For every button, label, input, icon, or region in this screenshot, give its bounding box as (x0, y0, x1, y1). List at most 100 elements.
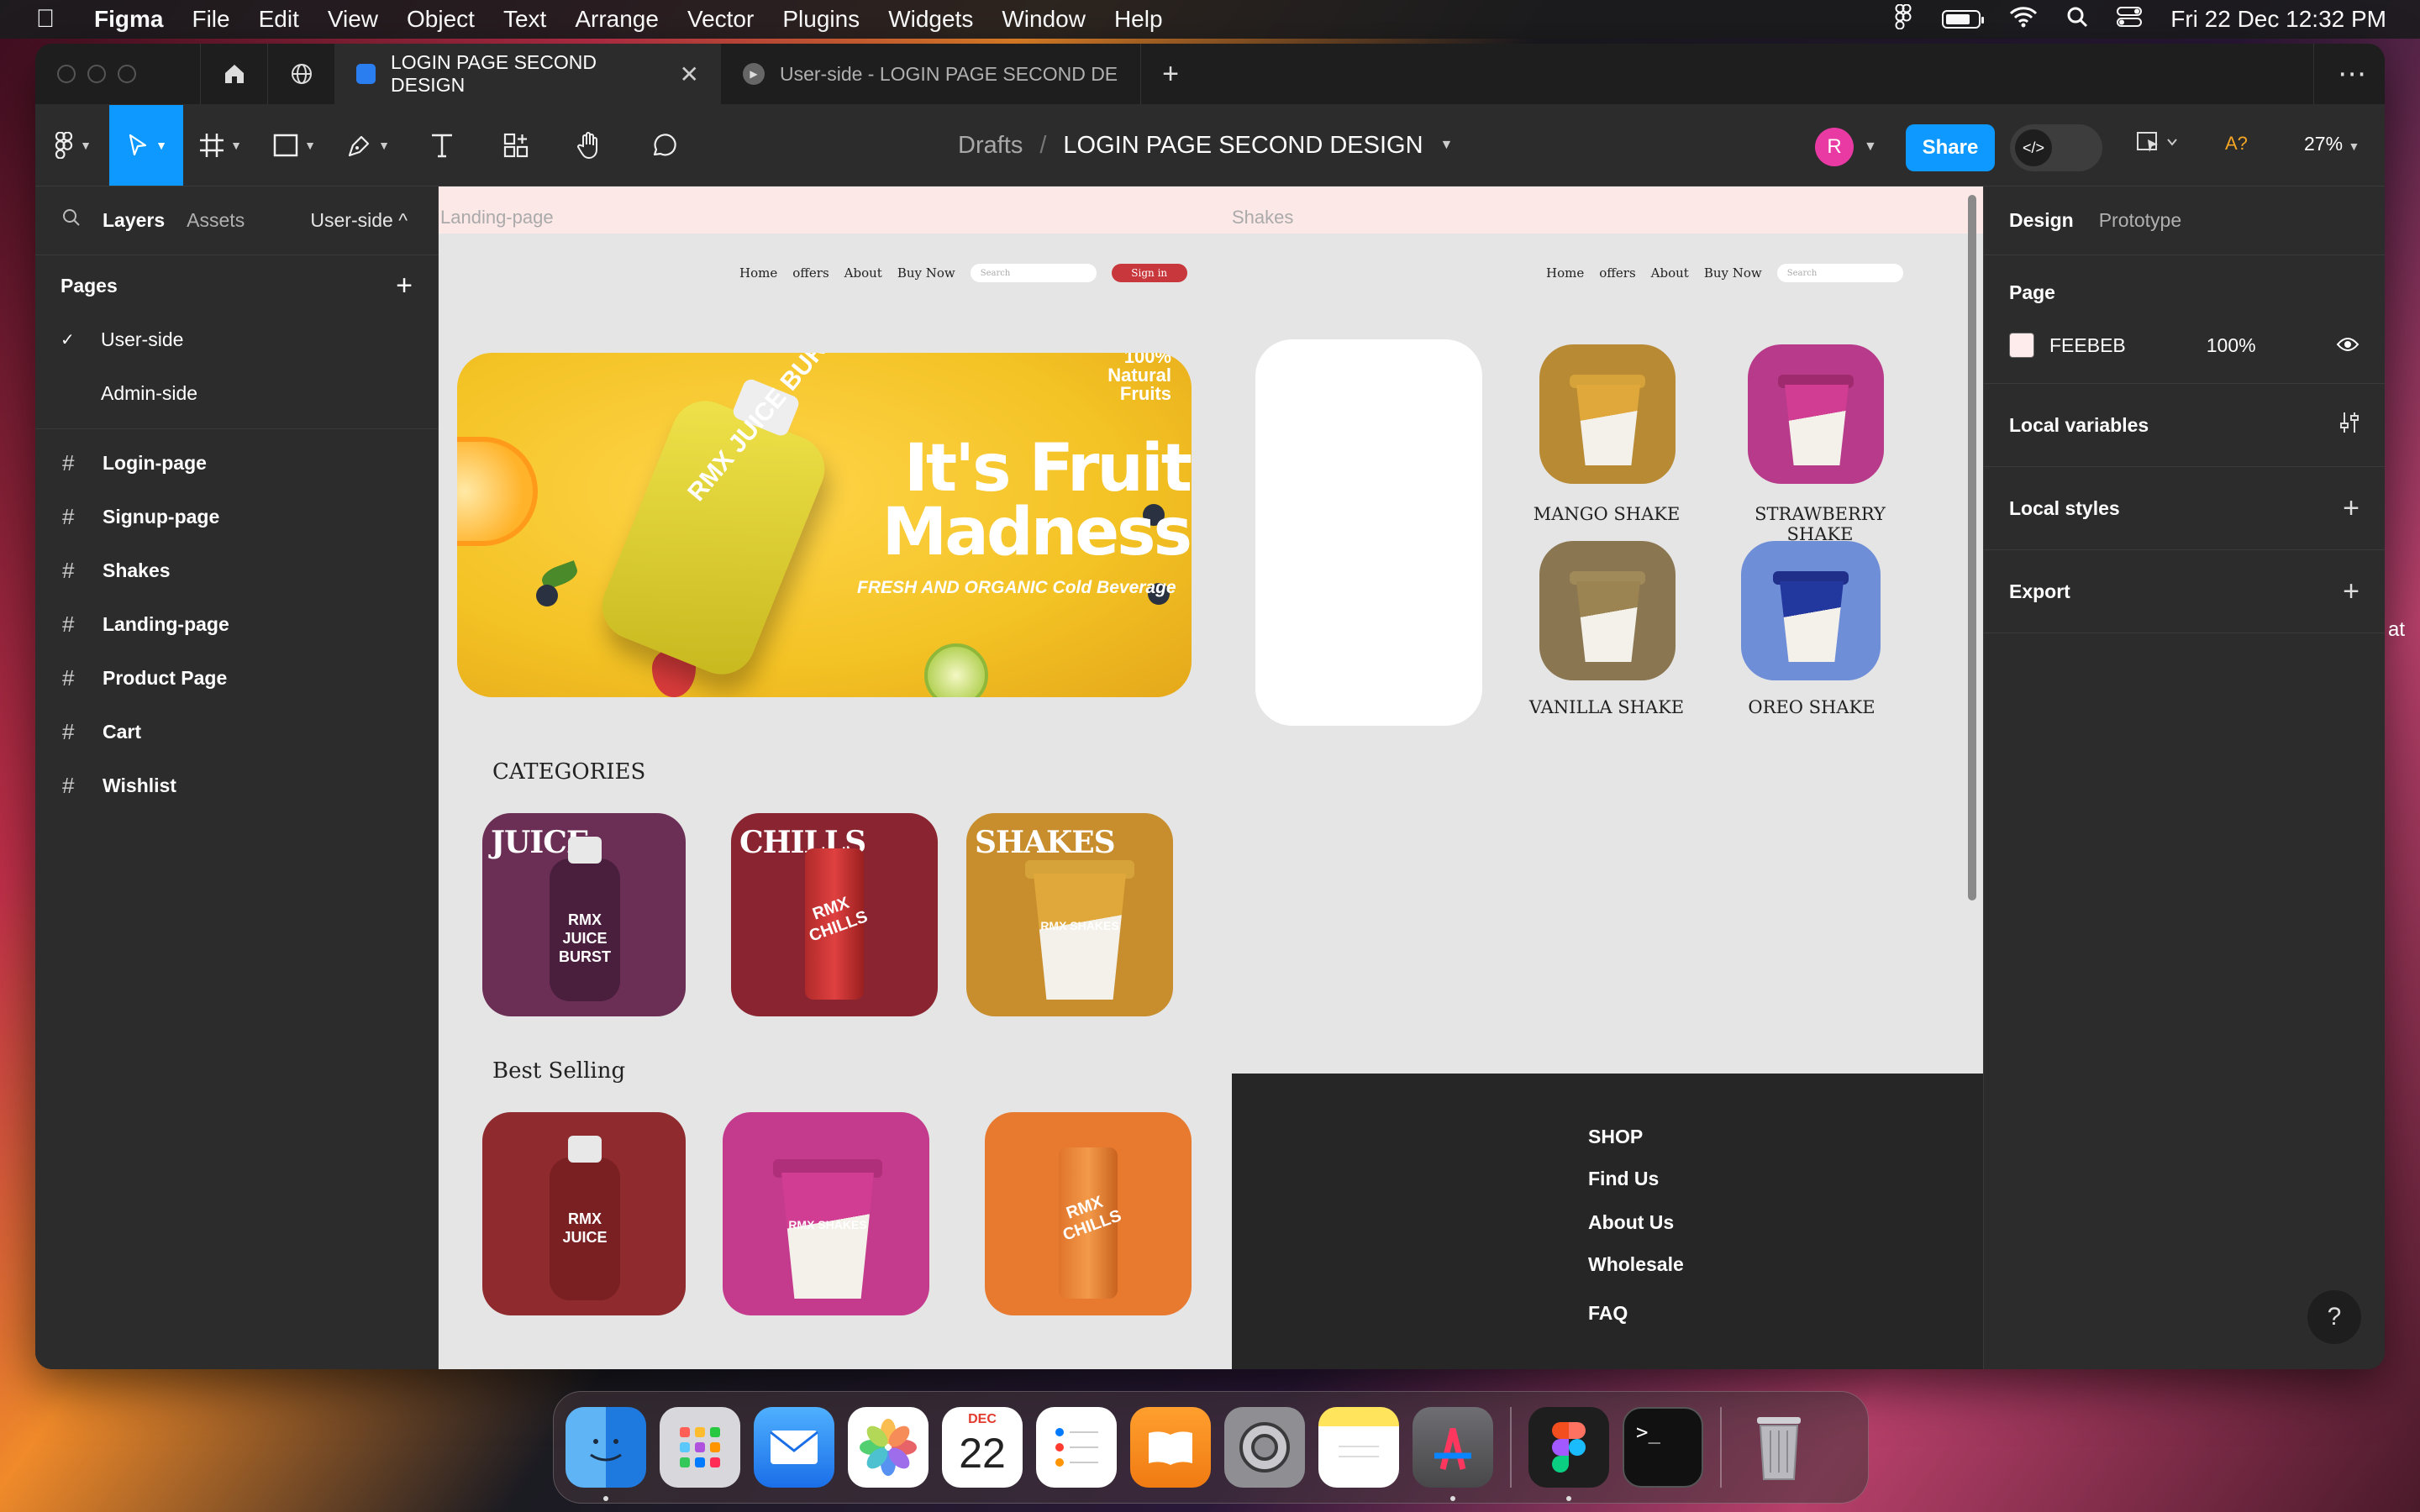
menu-arrange[interactable]: Arrange (575, 6, 659, 33)
shake-tile-vanilla[interactable] (1539, 541, 1676, 680)
landing-page-frame[interactable]: Home offers About Buy Now Search Sign in… (439, 234, 1245, 1369)
launchpad-icon[interactable] (660, 1407, 740, 1488)
finder-icon[interactable] (566, 1407, 646, 1501)
chevron-down-icon[interactable]: ▼ (1864, 139, 1877, 155)
spotlight-search-icon[interactable] (2066, 6, 2088, 34)
category-card-shakes[interactable]: SHAKES RMX SHAKES (966, 813, 1173, 1016)
menu-plugins[interactable]: Plugins (782, 6, 860, 33)
missing-fonts-icon[interactable]: A? (2225, 133, 2248, 155)
layer-frame-landing-page[interactable]: # Landing-page (35, 597, 438, 651)
landing-search-input[interactable]: Search (970, 264, 1097, 282)
shakes-search-input[interactable]: Search (1776, 264, 1903, 282)
nav-home[interactable]: Home (739, 265, 777, 281)
nav-buy-now[interactable]: Buy Now (1704, 265, 1762, 281)
page-color-hex[interactable]: FEEBEB (2049, 334, 2126, 357)
page-item-user-side[interactable]: ✓ User-side (35, 312, 438, 366)
add-page-plus-icon[interactable]: + (396, 270, 413, 302)
shake-tile-oreo[interactable] (1741, 541, 1881, 680)
add-export-plus-icon[interactable]: + (2343, 575, 2360, 608)
add-style-plus-icon[interactable]: + (2343, 492, 2360, 525)
layer-frame-product-page[interactable]: # Product Page (35, 651, 438, 705)
nav-about[interactable]: About (844, 265, 882, 281)
page-opacity[interactable]: 100% (2207, 334, 2256, 357)
nav-about[interactable]: About (1651, 265, 1689, 281)
search-icon[interactable] (62, 208, 81, 233)
menu-widgets[interactable]: Widgets (888, 6, 973, 33)
nav-buy-now[interactable]: Buy Now (897, 265, 955, 281)
footer-link-about-us[interactable]: About Us (1588, 1211, 1674, 1234)
breadcrumb-drafts-link[interactable]: Drafts (958, 132, 1023, 160)
app-store-icon[interactable] (1413, 1407, 1493, 1501)
figma-app-icon[interactable] (1528, 1407, 1609, 1501)
new-tab-plus-icon[interactable]: + (1141, 58, 1200, 91)
menu-vector[interactable]: Vector (687, 6, 754, 33)
menu-app-figma[interactable]: Figma (94, 6, 163, 33)
resources-button[interactable] (479, 105, 553, 186)
terminal-icon[interactable]: >_ (1623, 1407, 1703, 1488)
layer-frame-login-page[interactable]: # Login-page (35, 436, 438, 490)
page-color-swatch[interactable] (2009, 333, 2034, 358)
share-button[interactable]: Share (1906, 124, 1995, 171)
menu-object[interactable]: Object (407, 6, 475, 33)
design-canvas[interactable]: Landing-page Shakes Home offers About Bu… (439, 186, 1983, 1369)
footer-link-shop[interactable]: SHOP (1588, 1126, 1643, 1148)
zoom-level-dropdown[interactable]: 27% ▼ (2304, 133, 2360, 155)
shakes-frame[interactable]: Home offers About Buy Now Search MANGO S… (1232, 234, 1983, 1369)
notes-icon[interactable] (1318, 1407, 1399, 1488)
menu-help[interactable]: Help (1114, 6, 1163, 33)
main-menu-button[interactable]: ▼ (35, 105, 109, 186)
close-window-button[interactable] (57, 65, 76, 83)
eye-visibility-icon[interactable] (2336, 333, 2360, 359)
frame-label-shakes[interactable]: Shakes (1232, 207, 1293, 228)
menu-view[interactable]: View (328, 6, 378, 33)
hand-tool-button[interactable] (553, 105, 627, 186)
sign-in-button[interactable]: Sign in (1111, 264, 1187, 282)
sliders-icon[interactable] (2339, 409, 2360, 442)
more-options-icon[interactable]: ⋯ (2313, 44, 2366, 104)
zoom-window-button[interactable] (118, 65, 136, 83)
tab-design[interactable]: Design (2009, 209, 2074, 232)
frame-label-landing-page[interactable]: Landing-page (440, 207, 554, 228)
figma-status-icon[interactable] (1893, 3, 1913, 35)
tab-prototype[interactable]: Prototype (2099, 209, 2181, 232)
calendar-icon[interactable]: DEC 22 (942, 1407, 1023, 1488)
nav-offers[interactable]: offers (792, 265, 829, 281)
mail-icon[interactable] (754, 1407, 834, 1488)
best-selling-card[interactable]: RMX CHILLS (985, 1112, 1192, 1315)
books-icon[interactable] (1130, 1407, 1211, 1488)
best-selling-card[interactable]: RMX JUICE (482, 1112, 686, 1315)
tab-user-side-prototype[interactable]: ▶ User-side - LOGIN PAGE SECOND DE (721, 44, 1141, 104)
page-item-admin-side[interactable]: Admin-side (35, 366, 438, 420)
menu-window[interactable]: Window (1002, 6, 1086, 33)
shake-tile-mango[interactable] (1539, 344, 1676, 484)
system-settings-gear-icon[interactable] (1224, 1407, 1305, 1488)
best-selling-card[interactable]: RMX SHAKES (723, 1112, 929, 1315)
footer-link-wholesale[interactable]: Wholesale (1588, 1253, 1684, 1276)
wifi-icon[interactable] (2009, 6, 2038, 34)
shape-tool-button[interactable]: ▼ (257, 105, 331, 186)
menu-edit[interactable]: Edit (259, 6, 299, 33)
menu-text[interactable]: Text (503, 6, 546, 33)
frame-tool-button[interactable]: ▼ (183, 105, 257, 186)
text-tool-button[interactable] (405, 105, 479, 186)
battery-icon[interactable] (1942, 10, 1985, 29)
clock-datetime[interactable]: Fri 22 Dec 12:32 PM (2170, 6, 2386, 33)
reminders-icon[interactable] (1036, 1407, 1117, 1488)
footer-link-faq[interactable]: FAQ (1588, 1302, 1628, 1325)
vertical-scrollbar[interactable] (1968, 195, 1976, 900)
category-card-juice[interactable]: JUICE RMX JUICE BURST (482, 813, 686, 1016)
layer-frame-signup-page[interactable]: # Signup-page (35, 490, 438, 543)
move-tool-button[interactable]: ▼ (109, 104, 183, 186)
category-card-chills[interactable]: CHILLS RMX CHILLS (731, 813, 938, 1016)
control-center-icon[interactable] (2117, 6, 2143, 34)
file-name[interactable]: LOGIN PAGE SECOND DESIGN (1063, 132, 1423, 160)
layer-frame-shakes[interactable]: # Shakes (35, 543, 438, 597)
help-button[interactable]: ? (2307, 1290, 2361, 1344)
chevron-down-icon[interactable]: ▼ (1440, 138, 1454, 153)
trash-icon[interactable] (1739, 1407, 1819, 1488)
layer-frame-wishlist[interactable]: # Wishlist (35, 759, 438, 812)
nav-home[interactable]: Home (1546, 265, 1584, 281)
footer-link-find-us[interactable]: Find Us (1588, 1168, 1659, 1190)
menu-file[interactable]: File (192, 6, 229, 33)
pen-tool-button[interactable]: ▼ (331, 105, 405, 186)
